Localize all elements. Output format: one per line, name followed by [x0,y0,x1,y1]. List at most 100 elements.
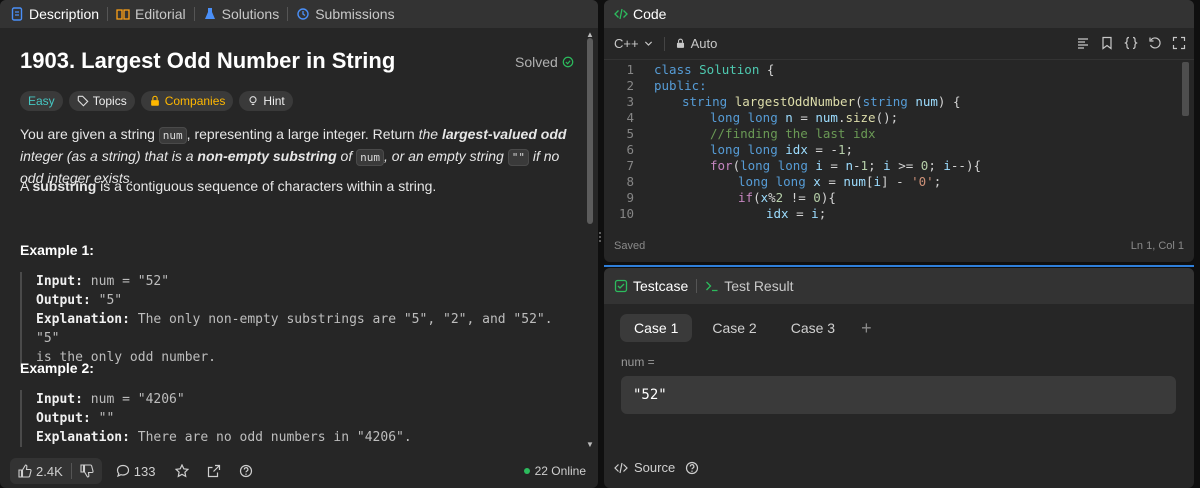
tab-test-result[interactable]: Test Result [699,268,799,304]
case-1-button[interactable]: Case 1 [620,314,693,342]
tab-submissions[interactable]: Submissions [290,0,400,28]
desc-text: is a contiguous sequence of characters w… [96,178,437,194]
code-token: ; [845,142,854,157]
hint-tag[interactable]: Hint [239,91,293,111]
code-token: i [815,158,823,173]
dislike-button[interactable] [72,458,102,484]
format-lines-icon[interactable] [1076,36,1090,50]
question-icon[interactable] [685,461,699,475]
tab-editorial[interactable]: Editorial [110,0,192,28]
code-token: ( [753,190,761,205]
input-value: num = "4206" [82,392,185,407]
braces-icon[interactable] [1124,36,1138,50]
case-3-button[interactable]: Case 3 [777,314,849,342]
inline-code: num [356,149,384,166]
active-panel-divider[interactable] [604,265,1194,267]
code-token: ){ [820,190,836,205]
output-label: Output: [36,293,91,308]
code-token: if [738,190,754,205]
tab-code-label: Code [633,6,667,22]
code-line: 5 //finding the last idx [604,126,1194,142]
fullscreen-icon[interactable] [1172,36,1186,50]
terminal-icon [706,281,718,292]
comments-button[interactable]: 133 [116,464,155,479]
line-number: 1 [626,62,634,77]
code-token: >= [890,158,921,173]
source-toggle[interactable]: Source [614,460,699,475]
code-toolbar: C++ Auto [604,28,1194,60]
editor-actions [1076,36,1186,50]
tag-icon [77,95,89,107]
save-status: Saved [614,240,646,252]
code-token: i [811,206,819,221]
code-line: 2 public: [604,78,1194,94]
code-token: string [682,94,735,109]
language-label: C++ [614,36,639,51]
code-line: 7 for(long long i = n-1; i >= 0; i--){ [604,158,1194,174]
code-token: x [813,174,821,189]
tab-solutions[interactable]: Solutions [197,0,286,28]
like-button[interactable]: 2.4K [10,458,71,484]
favorite-button[interactable] [175,464,190,478]
topics-tag[interactable]: Topics [68,91,135,111]
editor-status-bar: Saved Ln 1, Col 1 [604,232,1194,260]
tab-description[interactable]: Description [4,0,105,28]
code-token: '0' [911,174,934,189]
language-select[interactable]: C++ [614,36,654,51]
scroll-down-arrow[interactable]: ▼ [586,440,594,449]
inline-code: "" [507,149,529,166]
code-token: long long [710,110,786,125]
share-button[interactable] [207,464,221,478]
code-line: 3 string largestOddNumber(string num) { [604,94,1194,110]
line-number: 2 [626,78,634,93]
param-label: num = [621,355,655,369]
code-icon [614,8,628,20]
code-token: 0 [813,190,821,205]
code-editor[interactable]: 1 class Solution { 2 public: 3 string large… [604,62,1194,228]
topics-label: Topics [92,94,127,108]
case-2-button[interactable]: Case 2 [698,314,770,342]
panel-resize-handle[interactable] [598,232,602,246]
code-token: i [883,158,891,173]
bookmark-icon[interactable] [1100,36,1114,50]
desc-text: You are given a string [20,126,159,142]
line-number: 5 [626,126,634,141]
desc-italic: of [336,148,357,164]
vote-group: 2.4K [10,458,102,484]
testcase-tabbar: Testcase Test Result [604,268,1194,304]
code-scroll-thumb[interactable] [1182,62,1189,116]
code-token: n [785,110,793,125]
code-token: --){ [950,158,982,173]
description-scrollbar[interactable]: ▲ ▼ [585,30,595,454]
code-token: i [873,174,882,189]
online-count: 22 Online [534,464,586,478]
code-line: 4 long long n = num.size(); [604,110,1194,126]
tab-description-label: Description [29,6,100,22]
like-count: 2.4K [36,463,63,479]
code-token: (); [875,110,899,125]
code-line: 6 long long idx = -1; [604,142,1194,158]
code-token: % [768,190,776,205]
scroll-thumb[interactable] [587,38,593,224]
code-scrollbar[interactable] [1182,62,1190,222]
code-token: 1 [860,158,869,173]
code-token: ( [855,94,863,109]
tab-divider [193,7,195,21]
add-case-icon[interactable]: + [861,318,872,339]
autocomplete-toggle[interactable]: Auto [675,36,717,51]
param-input[interactable]: "52" [621,376,1176,414]
code-token: i [943,158,951,173]
code-token: ( [732,158,741,173]
companies-tag[interactable]: Companies [140,91,234,111]
code-token: ; [928,158,944,173]
tab-code[interactable]: Code [608,0,672,28]
reset-icon[interactable] [1148,36,1162,50]
help-button[interactable] [239,464,253,478]
problem-title: 1903. Largest Odd Number in String [20,48,396,73]
line-number: 9 [626,190,634,205]
tab-testcase[interactable]: Testcase [608,268,694,304]
desc-bold-italic: non-empty substring [197,148,337,164]
desc-text: A [20,178,33,194]
book-icon [116,9,130,20]
lightbulb-icon [249,96,257,105]
